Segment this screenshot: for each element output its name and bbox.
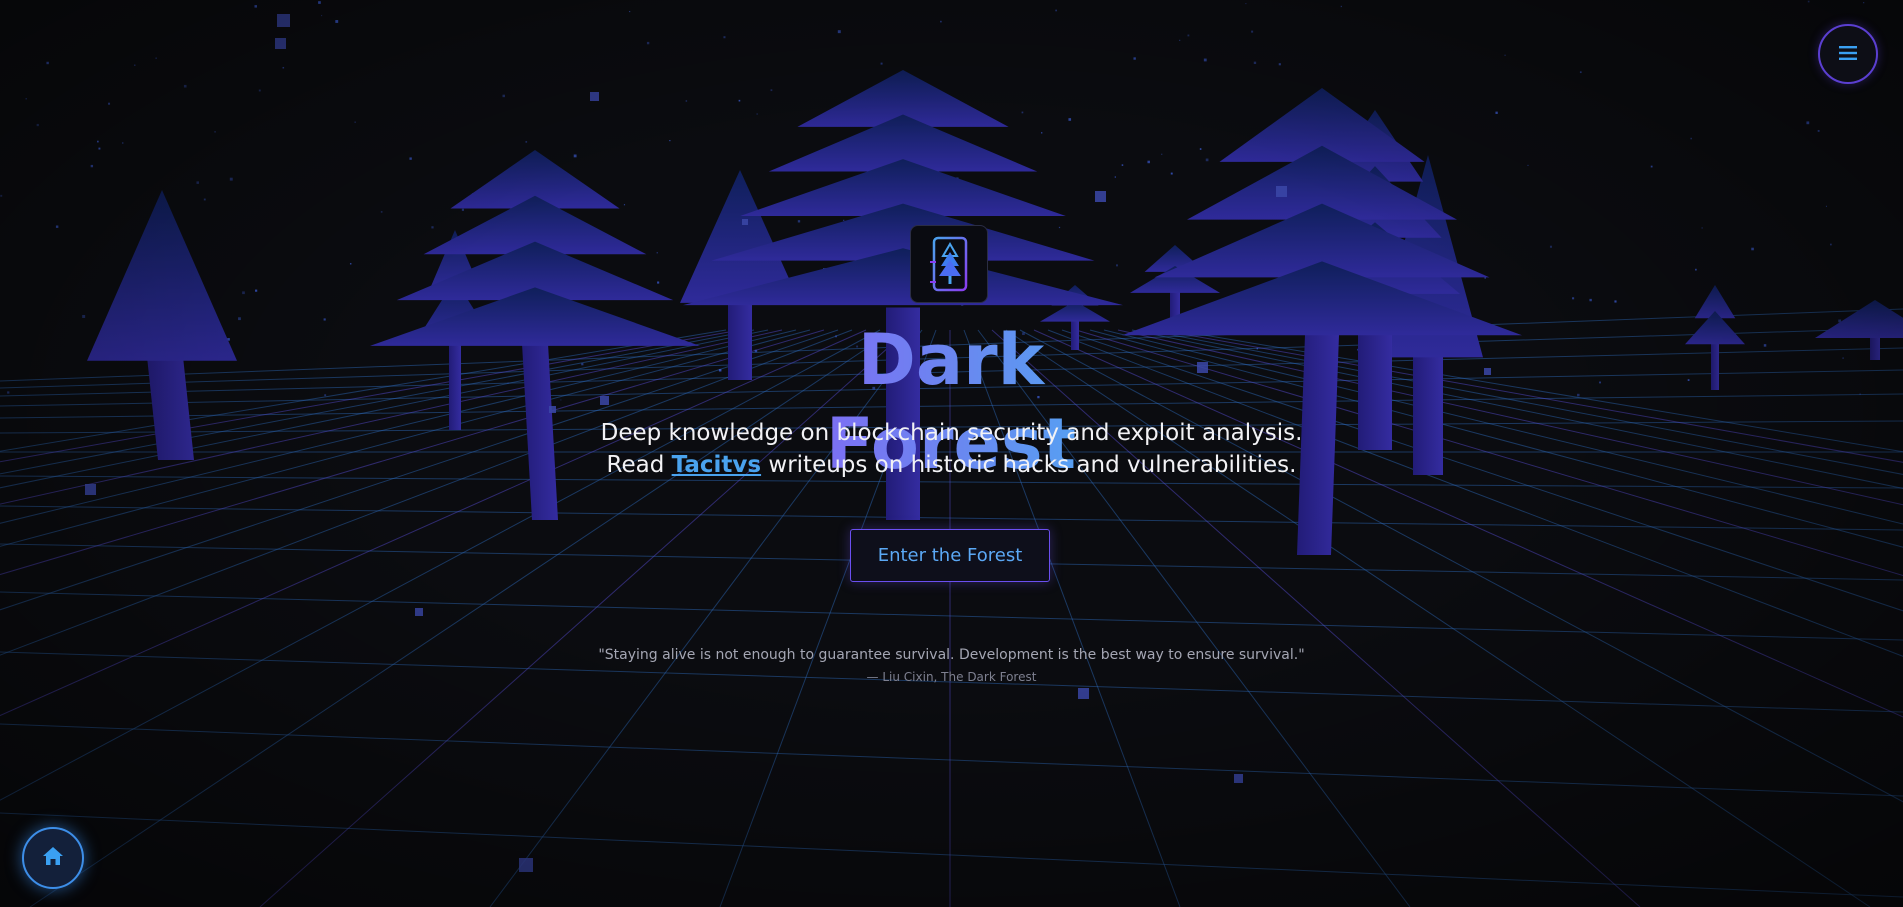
hero-section: Dark Forest Deep knowledge on blockchain… xyxy=(0,0,1903,907)
hamburger-icon xyxy=(1839,45,1857,64)
quote-text: "Staying alive is not enough to guarante… xyxy=(598,647,1305,663)
subtitle-line-2: Read Tacitvs writeups on historic hacks … xyxy=(0,449,1903,481)
subtitle-prefix: Read xyxy=(606,452,672,478)
forest-card-logo-icon xyxy=(910,225,988,303)
tacitvs-link[interactable]: Tacitvs xyxy=(672,452,761,478)
home-button[interactable] xyxy=(22,827,84,889)
quote-author: — Liu Cixin, The Dark Forest xyxy=(866,670,1037,684)
subtitle-suffix: writeups on historic hacks and vulnerabi… xyxy=(761,452,1297,478)
subtitle-line-1: Deep knowledge on blockchain security an… xyxy=(600,420,1303,446)
home-icon xyxy=(42,846,64,870)
menu-button[interactable] xyxy=(1818,24,1878,84)
enter-forest-button[interactable]: Enter the Forest xyxy=(850,529,1050,582)
